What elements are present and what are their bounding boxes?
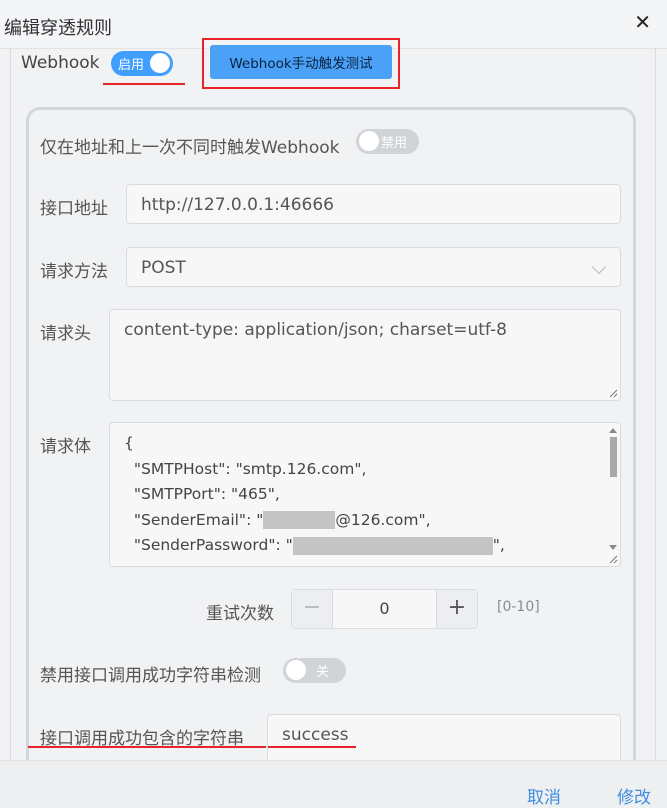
toggle-knob: [359, 131, 379, 151]
body-line: "SMTPPort": "465",: [124, 485, 280, 503]
cancel-button[interactable]: 取消: [527, 783, 561, 808]
highlight-underline: [268, 746, 356, 748]
success-string-value: success: [282, 725, 349, 745]
highlight-underline: [103, 83, 185, 85]
dialog-title: 编辑穿透规则: [4, 18, 112, 39]
disable-check-toggle-text: 关: [316, 665, 330, 680]
highlight-underline: [28, 746, 266, 748]
resize-handle-icon[interactable]: [608, 554, 618, 564]
trigger-on-change-toggle[interactable]: 禁用: [356, 129, 419, 154]
redacted-password: [292, 536, 493, 555]
edit-rule-dialog: 编辑穿透规则 ✕ Webhook 启用 Webhook手动触发测试 仅在地址和上…: [0, 0, 667, 808]
retry-value[interactable]: 0: [332, 599, 437, 618]
url-label: 接口地址: [40, 199, 108, 219]
body-scrollbar[interactable]: [608, 427, 618, 551]
chevron-down-icon: [591, 259, 607, 275]
close-icon[interactable]: ✕: [634, 12, 651, 32]
retry-label: 重试次数: [206, 604, 274, 624]
body-code: { "SMTPHost": "smtp.126.com", "SMTPPort"…: [124, 431, 505, 559]
method-select[interactable]: POST: [126, 247, 621, 287]
trigger-on-change-toggle-text: 禁用: [381, 136, 408, 151]
body-label: 请求体: [40, 437, 91, 457]
headers-label: 请求头: [40, 324, 91, 344]
webhook-settings-panel: 仅在地址和上一次不同时触发Webhook 禁用 接口地址 http://127.…: [26, 107, 636, 787]
scrollbar-thumb[interactable]: [610, 437, 617, 477]
body-textarea[interactable]: { "SMTPHost": "smtp.126.com", "SMTPPort"…: [109, 422, 621, 567]
webhook-test-button[interactable]: Webhook手动触发测试: [210, 45, 392, 79]
body-line: "SenderEmail": ": [124, 510, 264, 529]
webhook-toggle[interactable]: 启用: [111, 51, 173, 76]
dialog-footer: 取消 修改: [0, 760, 667, 808]
headers-value: content-type: application/json; charset=…: [124, 320, 507, 340]
webhook-label: Webhook: [21, 53, 100, 73]
body-line: {: [124, 434, 134, 452]
disable-check-label: 禁用接口调用成功字符串检测: [40, 666, 261, 686]
toggle-knob: [150, 53, 170, 73]
redacted-email: [263, 511, 336, 529]
decrement-button[interactable]: −: [292, 590, 333, 628]
body-line: "SenderPassword": ": [124, 536, 293, 554]
retry-stepper[interactable]: − 0 +: [291, 589, 478, 629]
headers-textarea[interactable]: content-type: application/json; charset=…: [109, 309, 621, 401]
increment-button[interactable]: +: [436, 590, 477, 628]
webhook-toggle-text: 启用: [118, 58, 145, 73]
form-left-border: [10, 48, 11, 760]
toggle-knob: [286, 660, 306, 680]
body-line: ",: [492, 536, 505, 554]
disable-check-toggle[interactable]: 关: [283, 658, 346, 683]
method-value: POST: [141, 258, 186, 278]
resize-handle-icon[interactable]: [608, 388, 618, 398]
method-label: 请求方法: [40, 262, 108, 282]
body-line: @126.com",: [335, 510, 431, 529]
body-line: "SMTPHost": "smtp.126.com",: [124, 459, 367, 478]
modify-button[interactable]: 修改: [617, 783, 651, 808]
retry-range-hint: [0-10]: [497, 599, 540, 615]
form-right-border: [655, 48, 656, 760]
url-input[interactable]: http://127.0.0.1:46666: [126, 184, 621, 224]
trigger-on-change-label: 仅在地址和上一次不同时触发Webhook: [40, 138, 340, 158]
url-value: http://127.0.0.1:46666: [141, 195, 334, 215]
